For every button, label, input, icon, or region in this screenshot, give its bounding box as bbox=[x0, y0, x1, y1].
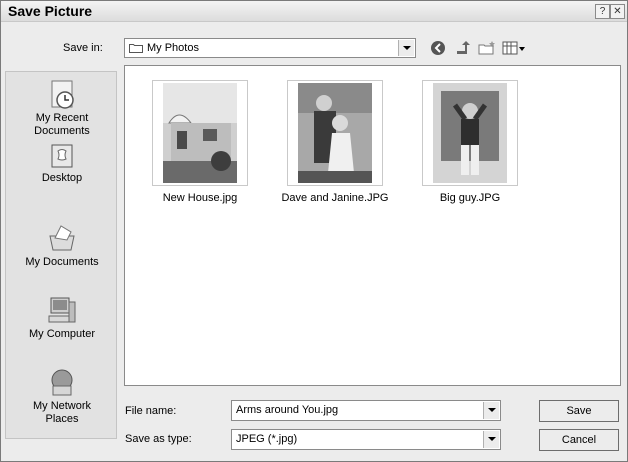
thumbnail-frame bbox=[152, 80, 248, 186]
place-label: My Network bbox=[32, 400, 92, 412]
file-name-value: Arms around You.jpg bbox=[236, 404, 339, 416]
place-my-network-places[interactable]: My Network Places bbox=[6, 366, 118, 426]
save-as-type-label: Save as type: bbox=[125, 433, 192, 445]
save-in-dropdown[interactable]: My Photos bbox=[124, 38, 416, 58]
file-name: New House.jpg bbox=[162, 192, 238, 204]
dialog-title: Save Picture bbox=[8, 3, 93, 19]
file-name: Big guy.JPG bbox=[439, 192, 501, 204]
close-button[interactable]: ✕ bbox=[610, 4, 625, 19]
save-as-type-value: JPEG (*.jpg) bbox=[236, 433, 298, 445]
place-my-documents[interactable]: My Documents bbox=[6, 222, 118, 269]
save-as-type-dropdown[interactable]: JPEG (*.jpg) bbox=[231, 429, 501, 450]
place-label: My Recent bbox=[35, 112, 89, 124]
save-in-label: Save in: bbox=[63, 42, 103, 54]
desktop-icon bbox=[51, 144, 73, 168]
file-name-label: File name: bbox=[125, 405, 177, 417]
file-name: Dave and Janine.JPG bbox=[281, 192, 389, 204]
place-desktop[interactable]: Desktop bbox=[6, 142, 118, 185]
recent-documents-icon bbox=[51, 80, 74, 109]
place-label: Places bbox=[45, 413, 79, 425]
file-item[interactable]: Dave and Janine.JPG bbox=[265, 80, 405, 204]
save-button[interactable]: Save bbox=[539, 400, 619, 422]
my-computer-icon bbox=[48, 297, 76, 323]
save-picture-dialog: Save Picture ? ✕ Save in: My Photos My R… bbox=[0, 0, 628, 462]
place-label: My Documents bbox=[25, 256, 99, 268]
chevron-down-icon[interactable] bbox=[483, 431, 499, 448]
big-guy-photo-thumbnail bbox=[433, 83, 507, 183]
place-label: Documents bbox=[34, 125, 90, 137]
save-in-value: My Photos bbox=[147, 42, 199, 54]
file-list[interactable]: New House.jpg Dave and Janine.JPG Big gu… bbox=[124, 65, 621, 386]
thumbnail-frame bbox=[287, 80, 383, 186]
thumbnail-frame bbox=[422, 80, 518, 186]
file-item[interactable]: New House.jpg bbox=[130, 80, 270, 204]
places-bar: My Recent Documents Desktop My Documents bbox=[5, 71, 117, 439]
place-label: My Computer bbox=[28, 328, 96, 340]
folder-icon bbox=[129, 44, 143, 53]
couple-photo-thumbnail bbox=[298, 83, 372, 183]
new-folder-icon[interactable] bbox=[477, 39, 497, 57]
help-button[interactable]: ? bbox=[595, 4, 610, 19]
cancel-button[interactable]: Cancel bbox=[539, 429, 619, 451]
place-my-recent-documents[interactable]: My Recent Documents bbox=[6, 78, 118, 138]
network-places-icon bbox=[51, 369, 73, 396]
my-documents-icon bbox=[49, 225, 75, 251]
house-photo-thumbnail bbox=[163, 83, 237, 183]
views-menu-icon[interactable] bbox=[501, 39, 527, 57]
chevron-down-icon[interactable] bbox=[483, 402, 499, 419]
file-item[interactable]: Big guy.JPG bbox=[400, 80, 540, 204]
place-label: Desktop bbox=[41, 172, 83, 184]
chevron-down-icon[interactable] bbox=[398, 40, 414, 56]
file-name-input[interactable]: Arms around You.jpg bbox=[231, 400, 501, 421]
place-my-computer[interactable]: My Computer bbox=[6, 294, 118, 341]
title-bar: Save Picture ? ✕ bbox=[1, 1, 627, 22]
back-icon[interactable] bbox=[429, 39, 449, 57]
up-folder-icon[interactable] bbox=[453, 39, 473, 57]
